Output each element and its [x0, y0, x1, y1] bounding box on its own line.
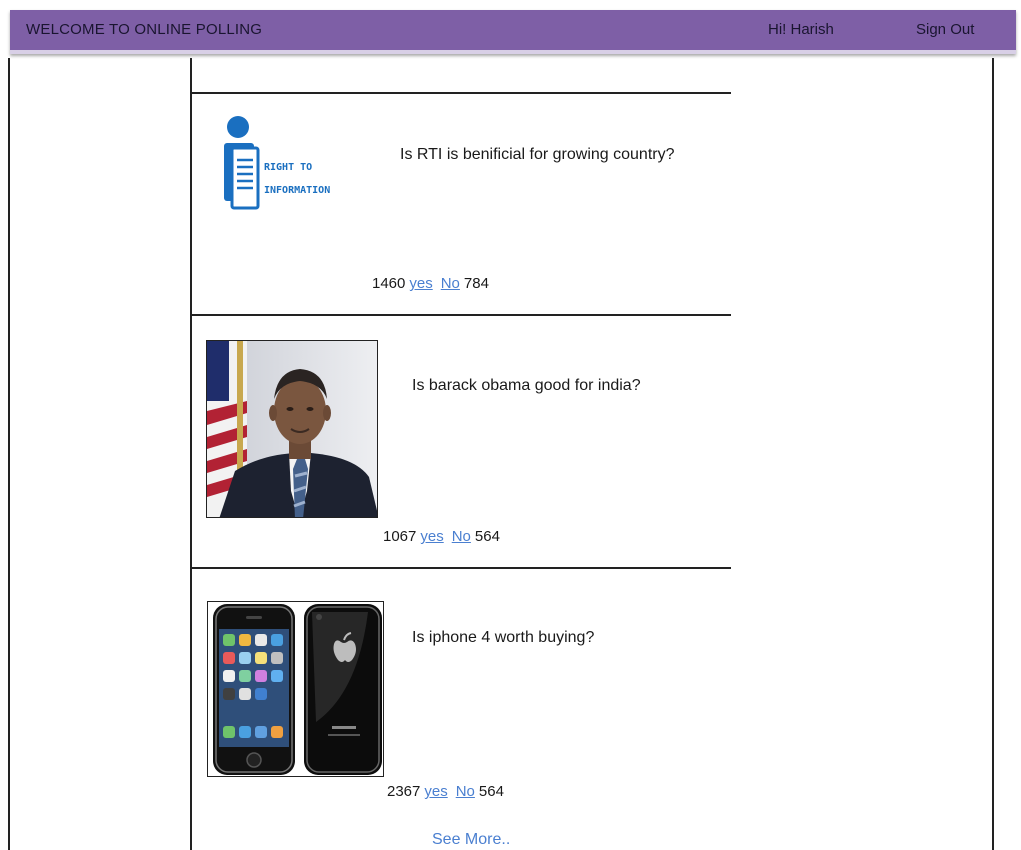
- svg-text:INFORMATION: INFORMATION: [264, 185, 330, 196]
- yes-count: 1460: [372, 275, 406, 292]
- see-more-link[interactable]: See More..: [432, 831, 510, 849]
- content-left-border: [190, 58, 192, 850]
- user-greeting: Hi! Harish: [768, 21, 834, 38]
- poll-vote-row: 2367 yes No 564: [387, 783, 504, 800]
- vote-no-link[interactable]: No: [456, 783, 475, 800]
- poll-divider: [190, 567, 731, 569]
- vote-yes-link[interactable]: yes: [409, 275, 432, 292]
- header-bar: WELCOME TO ONLINE POLLING Hi! Harish Sig…: [10, 10, 1016, 54]
- page-title: WELCOME TO ONLINE POLLING: [26, 21, 263, 38]
- no-count: 564: [474, 528, 500, 545]
- no-count: 564: [478, 783, 504, 800]
- vote-no-link[interactable]: No: [441, 275, 460, 292]
- svg-text:RIGHT TO: RIGHT TO: [264, 162, 312, 173]
- poll-vote-row: 1067 yes No 564: [383, 528, 500, 545]
- poll-question: Is iphone 4 worth buying?: [412, 629, 595, 646]
- poll-divider: [190, 314, 731, 316]
- poll-divider: [190, 92, 731, 94]
- vote-no-link[interactable]: No: [452, 528, 471, 545]
- yes-count: 1067: [383, 528, 417, 545]
- yes-count: 2367: [387, 783, 421, 800]
- no-count: 784: [463, 275, 489, 292]
- smartphone-photo-icon: [208, 602, 383, 776]
- poll-question: Is barack obama good for india?: [412, 377, 641, 394]
- right-to-information-icon: RIGHT TO INFORMATION: [224, 116, 330, 210]
- poll-vote-row: 1460 yes No 784: [372, 275, 489, 292]
- smartphone-image: [207, 601, 384, 777]
- poll-question: Is RTI is benificial for growing country…: [400, 146, 675, 163]
- vote-yes-link[interactable]: yes: [420, 528, 443, 545]
- portrait-image: [206, 340, 378, 518]
- left-border: [8, 58, 10, 850]
- sign-out-link[interactable]: Sign Out: [916, 21, 974, 38]
- rti-logo-image: RIGHT TO INFORMATION: [218, 110, 368, 220]
- portrait-photo-icon: [207, 341, 377, 517]
- vote-yes-link[interactable]: yes: [424, 783, 447, 800]
- right-border: [992, 58, 994, 850]
